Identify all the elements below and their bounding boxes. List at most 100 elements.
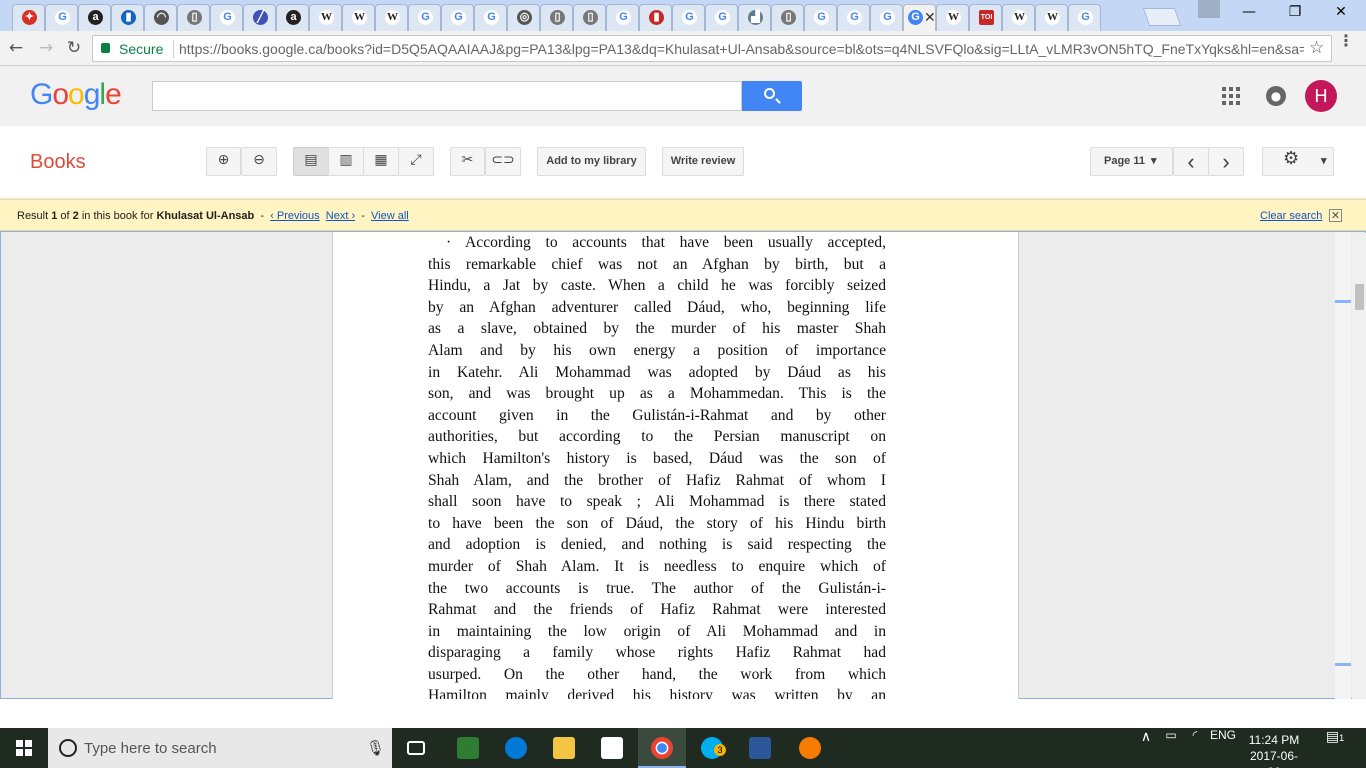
browser-tab[interactable]: G (408, 4, 441, 31)
fullscreen-button[interactable]: ⤢ (398, 147, 434, 176)
browser-tab[interactable]: ✦ (12, 4, 45, 31)
browser-tab[interactable]: W (936, 4, 969, 31)
close-window-button[interactable]: ✕ (1318, 4, 1364, 24)
close-tab-icon[interactable]: ✕ (924, 9, 936, 26)
next-result-link[interactable]: Next › (326, 210, 355, 222)
browser-tab[interactable]: G (474, 4, 507, 31)
taskbar-app-edge[interactable] (492, 728, 540, 768)
language-indicator[interactable]: ENG (1208, 728, 1238, 768)
search-hit-marker[interactable] (1335, 663, 1351, 666)
apps-grid-icon[interactable] (1222, 87, 1240, 105)
search-input[interactable] (152, 81, 742, 111)
close-icon[interactable]: ✕ (1329, 209, 1342, 222)
settings-button[interactable]: ⚙ ▾ (1262, 147, 1334, 176)
browser-tab[interactable]: ▟ (738, 4, 771, 31)
taskbar-app-notes[interactable] (444, 728, 492, 768)
browser-tab[interactable]: G (804, 4, 837, 31)
zoom-in-button[interactable]: ⊕ (206, 147, 241, 176)
two-page-view-button[interactable]: ▥ (328, 147, 364, 176)
microphone-icon[interactable]: 🎙 (366, 739, 385, 757)
taskbar-app-skype[interactable]: 3 (688, 728, 736, 768)
search-result-bar: Result 1 of 2 in this book for Khulasat … (0, 199, 1366, 231)
page-text-line: in Katehr. Ali Mohammad was adopted by D… (428, 363, 886, 381)
forward-button[interactable]: → (34, 37, 58, 59)
browser-tab[interactable]: G (210, 4, 243, 31)
browser-tab[interactable]: W (1002, 4, 1035, 31)
notifications-icon[interactable]: ● (1266, 86, 1286, 106)
browser-tab[interactable]: G (705, 4, 738, 31)
browser-tab[interactable]: G (837, 4, 870, 31)
new-tab-button[interactable] (1142, 8, 1182, 26)
browser-tab[interactable]: ▮ (639, 4, 672, 31)
browser-tab[interactable]: ◠ (144, 4, 177, 31)
search-button[interactable] (742, 81, 802, 111)
prev-page-button[interactable]: ‹ (1173, 147, 1209, 176)
browser-tab[interactable]: ▯ (540, 4, 573, 31)
taskbar-app-word[interactable] (736, 728, 784, 768)
taskbar-app-store[interactable] (588, 728, 636, 768)
single-page-view-button[interactable]: ▤ (293, 147, 329, 176)
browser-tab[interactable]: G (870, 4, 903, 31)
taskbar-app-chrome[interactable] (638, 728, 686, 768)
browser-tab[interactable]: ▮ (111, 4, 144, 31)
address-bar[interactable]: Secure https://books.google.ca/books?id=… (92, 35, 1332, 62)
url-text[interactable]: https://books.google.ca/books?id=D5Q5AQA… (179, 41, 1304, 57)
browser-tab[interactable]: G (672, 4, 705, 31)
back-button[interactable]: ← (4, 37, 28, 59)
view-all-link[interactable]: View all (371, 210, 409, 222)
next-page-button[interactable]: › (1208, 147, 1244, 176)
page-select[interactable]: Page 11 ▾ (1090, 147, 1173, 176)
task-view-button[interactable] (392, 728, 440, 768)
link-button[interactable]: ⊂⊃ (485, 147, 521, 176)
browser-tab[interactable]: ▯ (177, 4, 210, 31)
minimize-button[interactable]: — (1226, 4, 1272, 24)
search-hit-marker[interactable] (1335, 300, 1351, 303)
clip-button[interactable]: ✂ (450, 147, 485, 176)
write-review-button[interactable]: Write review (662, 147, 744, 176)
browser-tab[interactable]: G (441, 4, 474, 31)
browser-tab[interactable]: ▯ (573, 4, 606, 31)
scissors-icon: ✂ (461, 152, 474, 168)
browser-tab[interactable]: W (309, 4, 342, 31)
clock[interactable]: 11:24 PM 2017-06-06 (1244, 732, 1304, 780)
browser-tab[interactable]: a (276, 4, 309, 31)
browser-tab[interactable]: G (45, 4, 78, 31)
battery-icon[interactable]: ▭ (1160, 728, 1182, 768)
page-scrollbar-thumb[interactable] (1355, 284, 1364, 310)
clear-search-link[interactable]: Clear search (1260, 210, 1322, 222)
logo-letter: G (30, 78, 53, 111)
browser-tab[interactable]: ╱ (243, 4, 276, 31)
tray-overflow-icon[interactable]: ∧ (1136, 728, 1156, 768)
browser-menu-icon[interactable]: ⋮ (1338, 33, 1354, 49)
browser-tab[interactable]: W (1035, 4, 1068, 31)
taskbar-search[interactable]: Type here to search 🎙 (48, 728, 392, 768)
books-title[interactable]: Books (30, 151, 86, 174)
browser-tab[interactable]: ◎ (507, 4, 540, 31)
previous-result-link[interactable]: ‹ Previous (270, 210, 320, 222)
taskbar-app-explorer[interactable] (540, 728, 588, 768)
wifi-icon[interactable]: ◜ (1184, 728, 1206, 768)
browser-tab[interactable]: ✕ G (903, 4, 936, 31)
google-icon: G (451, 10, 466, 25)
browser-tab[interactable]: G (1068, 4, 1101, 31)
browser-tab[interactable]: a (78, 4, 111, 31)
zoom-out-button[interactable]: ⊖ (241, 147, 277, 176)
thumbnail-view-button[interactable]: ▦ (363, 147, 399, 176)
google-logo[interactable]: Google (30, 78, 122, 112)
browser-tab[interactable]: TOI (969, 4, 1002, 31)
book-viewer[interactable]: · According to accounts that have been u… (0, 231, 1366, 699)
browser-tab[interactable]: G (606, 4, 639, 31)
start-button[interactable] (0, 728, 48, 768)
reload-button[interactable]: ↻ (62, 37, 86, 59)
profile-chip[interactable] (1198, 0, 1220, 18)
add-to-library-button[interactable]: Add to my library (537, 147, 646, 176)
book-page[interactable]: · According to accounts that have been u… (332, 232, 1019, 699)
bookmark-star-icon[interactable]: ☆ (1309, 38, 1324, 58)
browser-tab[interactable]: W (342, 4, 375, 31)
taskbar-app-avast[interactable] (786, 728, 834, 768)
browser-tab[interactable]: ▯ (771, 4, 804, 31)
maximize-button[interactable]: ❐ (1272, 4, 1318, 24)
account-avatar[interactable]: H (1305, 80, 1337, 112)
browser-tab[interactable]: W (375, 4, 408, 31)
action-center-icon[interactable]: ▤1 (1318, 728, 1352, 768)
